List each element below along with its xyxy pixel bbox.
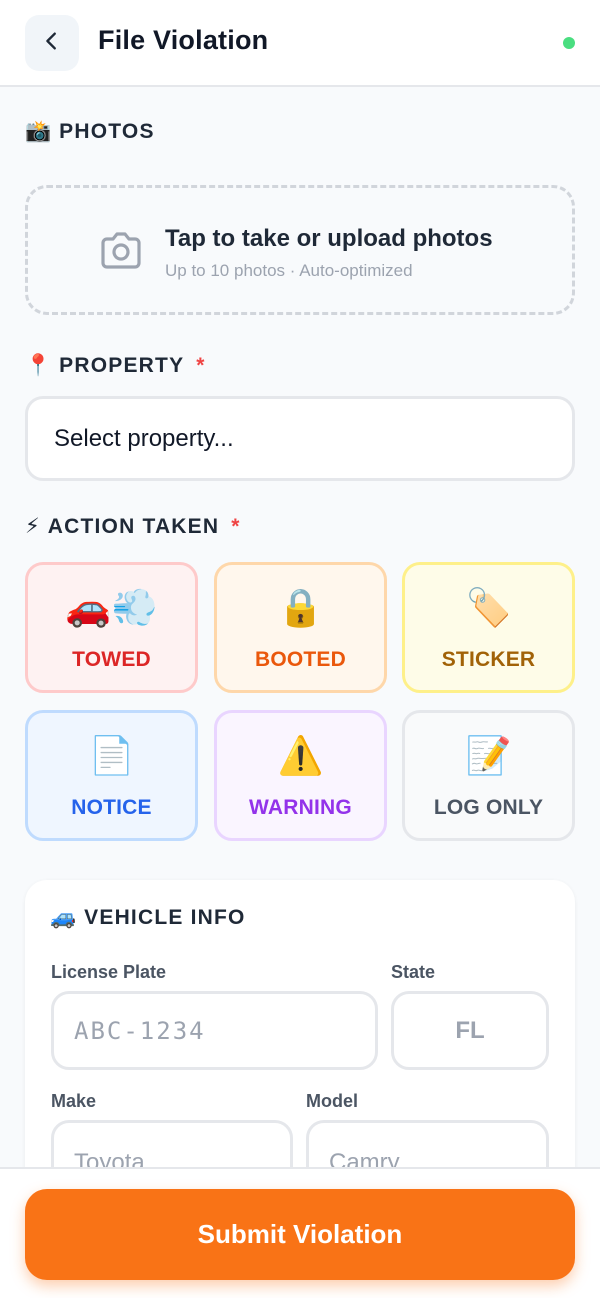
required-mark: * — [196, 354, 206, 377]
state-placeholder: FL — [455, 1016, 485, 1044]
warning-icon: ⚠️ — [277, 735, 324, 776]
property-select[interactable]: Select property... — [25, 396, 575, 481]
online-status-dot — [563, 37, 575, 49]
action-option-log-only[interactable]: 📝 LOG ONLY — [402, 710, 575, 841]
back-button[interactable] — [25, 15, 79, 71]
upload-subtitle: Up to 10 photos · Auto-optimized — [165, 261, 413, 280]
vehicle-info-card: 🚙 VEHICLE INFO License Plate State ABC-1… — [25, 880, 575, 1200]
photos-section-label: 📸 PHOTOS — [25, 120, 155, 144]
license-plate-label: License Plate — [51, 962, 167, 982]
state-label: State — [391, 962, 436, 982]
car-tow-icon: 🚗💨 — [65, 587, 158, 628]
chevron-left-icon — [41, 30, 63, 57]
license-plate-placeholder: ABC-1234 — [74, 1016, 206, 1045]
pin-icon: 📍 — [25, 354, 52, 377]
model-label: Model — [306, 1091, 358, 1111]
tag-icon: 🏷️ — [465, 587, 512, 628]
property-label-text: PROPERTY — [59, 354, 185, 377]
lock-icon: 🔒 — [277, 587, 324, 628]
action-label-text: ACTION TAKEN — [47, 514, 220, 538]
action-option-towed[interactable]: 🚗💨 TOWED — [25, 562, 198, 693]
license-plate-input[interactable]: ABC-1234 — [51, 991, 378, 1070]
lightning-icon: ⚡ — [25, 515, 40, 538]
property-section-label: 📍 PROPERTY * — [25, 354, 206, 378]
action-option-booted[interactable]: 🔒 BOOTED — [214, 562, 387, 693]
page-title: File Violation — [98, 25, 269, 55]
make-label: Make — [51, 1091, 97, 1111]
action-option-warning[interactable]: ⚠️ WARNING — [214, 710, 387, 841]
vehicle-section-label: 🚙 VEHICLE INFO — [50, 906, 246, 930]
memo-icon: 📝 — [465, 735, 512, 776]
footer-bar: Submit Violation — [0, 1167, 600, 1298]
action-option-label: STICKER — [441, 648, 536, 671]
camera-icon — [99, 231, 143, 276]
required-mark: * — [231, 514, 241, 538]
action-option-label: WARNING — [249, 796, 352, 819]
property-select-value: Select property... — [54, 424, 234, 452]
action-option-label: BOOTED — [254, 648, 347, 671]
submit-violation-button[interactable]: Submit Violation — [25, 1189, 575, 1280]
action-option-label: TOWED — [72, 648, 151, 671]
action-option-sticker[interactable]: 🏷️ STICKER — [402, 562, 575, 693]
action-option-label: NOTICE — [71, 796, 152, 819]
camera-flash-icon: 📸 — [25, 120, 52, 143]
photos-label-text: PHOTOS — [59, 120, 155, 143]
document-icon: 📄 — [88, 735, 135, 776]
suv-icon: 🚙 — [50, 906, 77, 929]
action-section-label: ⚡ ACTION TAKEN * — [25, 514, 241, 539]
state-input[interactable]: FL — [391, 991, 549, 1070]
app-header: File Violation — [0, 0, 600, 87]
vehicle-label-text: VEHICLE INFO — [84, 906, 246, 929]
action-option-label: LOG ONLY — [433, 796, 544, 819]
upload-title: Tap to take or upload photos — [165, 225, 493, 252]
photo-upload-dropzone[interactable]: Tap to take or upload photos Up to 10 ph… — [25, 185, 575, 315]
action-option-notice[interactable]: 📄 NOTICE — [25, 710, 198, 841]
